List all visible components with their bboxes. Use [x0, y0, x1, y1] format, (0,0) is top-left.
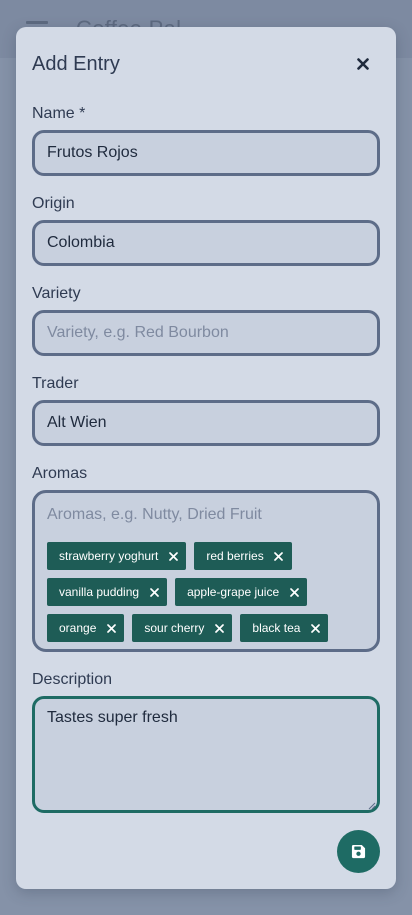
- remove-tag-button[interactable]: [104, 621, 118, 635]
- aroma-tag-label: orange: [59, 621, 97, 635]
- aroma-tag-label: black tea: [252, 621, 301, 635]
- close-icon: [107, 623, 116, 633]
- close-icon: [289, 587, 299, 597]
- trader-label: Trader: [32, 375, 79, 392]
- save-icon: [351, 844, 366, 859]
- aroma-tag-label: red berries: [206, 549, 264, 563]
- save-button[interactable]: [337, 830, 380, 873]
- close-button[interactable]: [350, 51, 376, 77]
- origin-label: Origin: [32, 195, 75, 212]
- origin-input[interactable]: [32, 220, 380, 266]
- remove-tag-button[interactable]: [272, 549, 286, 563]
- remove-tag-button[interactable]: [147, 585, 161, 599]
- aroma-tag: black tea: [240, 614, 329, 642]
- aroma-tag: apple-grape juice: [175, 578, 308, 606]
- remove-tag-button[interactable]: [287, 585, 301, 599]
- trader-input[interactable]: [32, 400, 380, 446]
- aroma-tag-label: strawberry yoghurt: [59, 549, 159, 563]
- aroma-tag: vanilla pudding: [47, 578, 168, 606]
- aroma-tag: red berries: [194, 542, 292, 570]
- aromas-field: strawberry yoghurt red berries vanilla p…: [32, 490, 380, 652]
- aroma-tag-label: vanilla pudding: [59, 585, 140, 599]
- aroma-tag: strawberry yoghurt: [47, 542, 187, 570]
- description-label: Description: [32, 671, 113, 688]
- aroma-tag: orange: [47, 614, 125, 642]
- resize-handle-icon[interactable]: [366, 800, 376, 810]
- remove-tag-button[interactable]: [212, 621, 226, 635]
- close-icon: [357, 58, 369, 70]
- remove-tag-button[interactable]: [166, 549, 180, 563]
- aromas-input[interactable]: [47, 501, 367, 529]
- aroma-tag-label: apple-grape juice: [187, 585, 280, 599]
- close-icon: [311, 623, 320, 633]
- close-icon: [274, 551, 284, 561]
- name-input[interactable]: [32, 130, 380, 176]
- add-entry-dialog: Add Entry Name * Origin Variety Trader A…: [16, 27, 396, 889]
- close-icon: [169, 551, 178, 561]
- close-icon: [149, 587, 159, 597]
- aroma-tag-label: sour cherry: [144, 621, 205, 635]
- remove-tag-button[interactable]: [308, 621, 322, 635]
- aroma-tag: sour cherry: [132, 614, 233, 642]
- description-textarea[interactable]: Tastes super fresh: [32, 696, 380, 813]
- dialog-title: Add Entry: [32, 52, 120, 75]
- aromas-label: Aromas: [32, 465, 88, 482]
- name-label: Name *: [32, 105, 86, 122]
- dialog-header: Add Entry: [32, 51, 380, 77]
- variety-label: Variety: [32, 285, 81, 302]
- aroma-tags: strawberry yoghurt red berries vanilla p…: [47, 542, 371, 642]
- close-icon: [215, 623, 224, 633]
- variety-input[interactable]: [32, 310, 380, 356]
